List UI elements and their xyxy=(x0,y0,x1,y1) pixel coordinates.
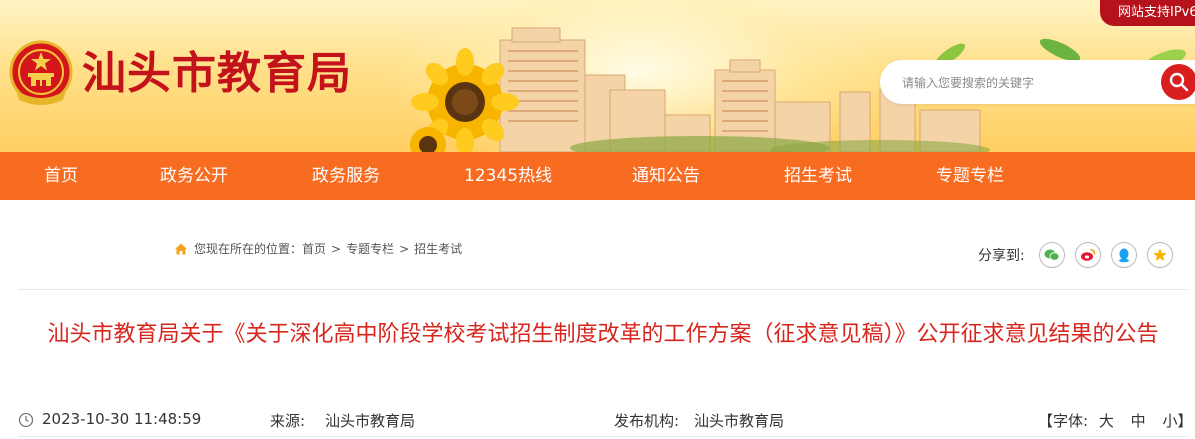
search-box xyxy=(880,60,1195,104)
nav-item-government-affairs[interactable]: 政务公开 xyxy=(160,152,228,200)
font-size-medium-button[interactable]: 中 xyxy=(1131,412,1146,430)
national-emblem-icon xyxy=(9,40,73,105)
nav-item-admissions[interactable]: 招生考试 xyxy=(784,152,852,200)
nav-item-special-topics[interactable]: 专题专栏 xyxy=(936,152,1004,200)
publish-date: 2023-10-30 11:48:59 xyxy=(42,410,202,428)
site-title[interactable]: 汕头市教育局 xyxy=(82,46,352,102)
breadcrumb-separator: > xyxy=(331,241,342,256)
qq-icon xyxy=(1118,248,1129,263)
header-banner: 汕头市教育局 网站支持IPv6 请输入您要搜索的关键字 xyxy=(0,0,1195,152)
org-value: 汕头市教育局 xyxy=(694,412,785,430)
font-size-small-button[interactable]: 小】 xyxy=(1162,412,1192,430)
clock-icon xyxy=(18,412,34,428)
nav-item-hotline[interactable]: 12345热线 xyxy=(464,152,552,200)
breadcrumb: 您现在所在的位置： 首页 > 专题专栏 > 招生考试 xyxy=(174,240,462,257)
breadcrumb-prefix: 您现在所在的位置： xyxy=(194,242,303,256)
search-button[interactable] xyxy=(1161,64,1195,100)
share-weibo-button[interactable] xyxy=(1074,242,1101,268)
breadcrumb-home[interactable]: 首页 xyxy=(302,240,326,257)
divider xyxy=(18,289,1188,290)
main-nav: 首页 政务公开 政务服务 12345热线 通知公告 招生考试 专题专栏 xyxy=(0,152,1195,200)
article-meta: 2023-10-30 11:48:59 来源: 汕头市教育局 发布机构: 汕头市… xyxy=(18,410,1192,432)
share-wechat-button[interactable] xyxy=(1038,242,1065,268)
font-size-control: 【字体: 大 中 小】 xyxy=(1038,410,1195,431)
source-value: 汕头市教育局 xyxy=(325,412,416,430)
ipv6-badge: 网站支持IPv6 xyxy=(1100,0,1195,26)
nav-item-home[interactable]: 首页 xyxy=(44,152,78,200)
wechat-icon xyxy=(1044,249,1060,261)
home-icon xyxy=(175,243,187,254)
share-label: 分享到: xyxy=(978,248,1025,264)
breadcrumb-admissions[interactable]: 招生考试 xyxy=(414,240,462,257)
nav-item-notices[interactable]: 通知公告 xyxy=(632,152,700,200)
nav-item-government-services[interactable]: 政务服务 xyxy=(312,152,380,200)
source-label: 来源: xyxy=(270,412,306,430)
bottom-divider xyxy=(18,436,1188,437)
search-icon xyxy=(1169,72,1189,92)
search-input[interactable] xyxy=(900,72,1164,94)
share-qq-button[interactable] xyxy=(1110,242,1137,268)
weibo-icon xyxy=(1080,248,1095,261)
font-size-label: 【字体: xyxy=(1038,412,1089,430)
article-title: 汕头市教育局关于《关于深化高中阶段学校考试招生制度改革的工作方案（征求意见稿）》… xyxy=(47,322,1159,347)
share-qzone-button[interactable] xyxy=(1146,242,1173,268)
breadcrumb-separator: > xyxy=(399,241,410,256)
font-size-large-button[interactable]: 大 xyxy=(1099,412,1114,430)
share-bar: 分享到: xyxy=(978,242,1183,268)
org-label: 发布机构: xyxy=(614,412,680,430)
breadcrumb-special-topics[interactable]: 专题专栏 xyxy=(346,240,394,257)
qzone-icon xyxy=(1152,248,1167,261)
